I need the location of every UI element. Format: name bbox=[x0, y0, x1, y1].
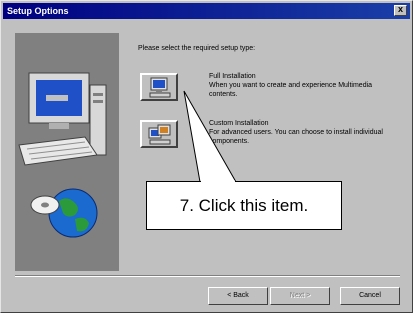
callout-pointer-mask bbox=[201, 180, 235, 183]
